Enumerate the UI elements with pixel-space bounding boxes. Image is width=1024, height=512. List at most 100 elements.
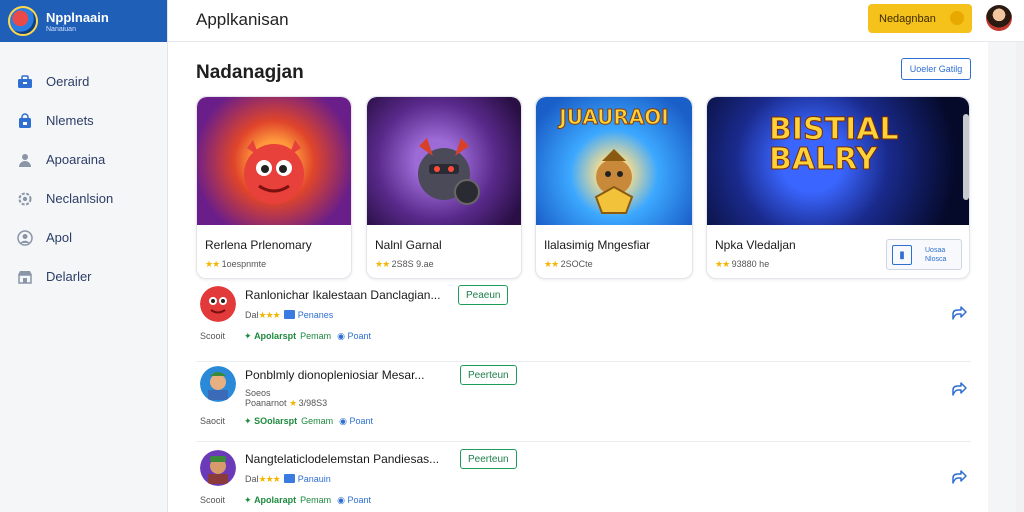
rating-stars: ★★ <box>205 259 220 269</box>
share-icon[interactable] <box>950 380 968 398</box>
device-icon: ▮ <box>892 245 912 265</box>
list-item-tag: Scooit <box>200 331 226 341</box>
sub-extra: Soeos <box>245 388 271 398</box>
sub-prefix: Dal <box>245 310 259 320</box>
rating-stars: ★★ <box>375 259 390 269</box>
share-icon[interactable] <box>950 468 968 486</box>
card-title: Ilalasimig Mngesfiar <box>544 238 651 252</box>
sub-prefix: Poanarnot <box>245 398 287 408</box>
card-title: Rerlena Prlenomary <box>205 238 312 252</box>
list-item-title: Ponblmly dionopleniosiar Mesar... <box>245 368 425 382</box>
rating-stars: ★★★ <box>258 474 281 484</box>
section-title: Nadanagjan <box>196 62 304 83</box>
verified-icon <box>283 310 295 319</box>
footer-green-label-2: Gemam <box>301 416 334 426</box>
status-badge: Peerteun <box>460 365 517 385</box>
card-meta-text: 1oespnmte <box>221 259 267 269</box>
user-circle-icon <box>16 229 34 247</box>
view-all-button[interactable]: Uoeler Gatilg <box>901 58 971 80</box>
sub-prefix: Dal <box>245 474 259 484</box>
card-meta-text: 93880 he <box>731 259 770 269</box>
card-action-label: Nlosca <box>925 256 947 263</box>
list-item-subtitle: Dal★★★ Penanes <box>245 310 333 321</box>
card-art-title: BISTIAL BALRY <box>769 112 900 175</box>
footer-blue-label: Poant <box>347 331 371 341</box>
featured-card[interactable]: Nalnl Garnal ★★ 2S8S 9.ae <box>366 96 522 279</box>
tag-star-icon: ✦ <box>244 416 252 426</box>
card-artwork-image: BISTIAL BALRY <box>707 97 969 225</box>
top-bar: Applkanisan Nedagnban <box>168 0 1024 42</box>
list-item-tag: Saocit <box>200 416 226 426</box>
sidebar-item-2[interactable]: Nlemets <box>0 101 167 140</box>
featured-card[interactable]: JUAURAOI Ilalasimig Mngesfiar ★★ 2SOCte <box>535 96 693 279</box>
list-item-footer: ✦ SOolarspt Gemam ◉ Poant <box>244 416 373 427</box>
brand-header[interactable]: Npplnaain Nanaiuan <box>0 0 167 42</box>
sidebar-item-5[interactable]: Apol <box>0 218 167 257</box>
brand-subtitle: Nanaiuan <box>46 25 76 33</box>
share-icon[interactable] <box>950 304 968 322</box>
sidebar-item-3[interactable]: Apoaraina <box>0 140 167 179</box>
card-art-title: JUAURAOI <box>559 105 670 130</box>
card-art-title-line: BISTIAL <box>769 112 900 147</box>
sidebar-item-6[interactable]: Delarler <box>0 257 167 296</box>
list-item-title: Ranlonichar Ikalestaan Danclagian... <box>245 288 441 302</box>
list-item[interactable]: Ponblmly dionopleniosiar Mesar... Peerte… <box>196 362 971 442</box>
page-scrollbar[interactable] <box>1016 42 1024 512</box>
card-title: Npka Vledaljan <box>715 238 796 252</box>
rating-stars: ★★ <box>544 259 559 269</box>
page-title: Applkanisan <box>196 10 289 29</box>
card-meta-text: 2SOCte <box>560 259 593 269</box>
app-icon <box>200 366 236 402</box>
status-badge: Peaeun <box>458 285 509 305</box>
sidebar: Npplnaain Nanaiuan Oeraird Nlemets Apoar… <box>0 0 168 512</box>
sub-text: Penanes <box>297 310 334 320</box>
shield-icon: ◉ <box>337 495 345 505</box>
app-icon <box>200 286 236 322</box>
footer-green-label-2: Pemam <box>300 495 332 505</box>
person-icon <box>16 151 34 169</box>
list-item-title: Nangtelaticlodelemstan Pandiesas... <box>245 452 440 466</box>
status-badge: Peerteun <box>460 449 517 469</box>
shield-icon: ◉ <box>337 331 345 341</box>
cta-label: Nedagnban <box>879 12 936 25</box>
briefcase-icon <box>16 73 34 91</box>
carousel-scrollbar[interactable] <box>963 114 969 200</box>
list-item-tag: Scooit <box>200 495 226 505</box>
sidebar-item-4[interactable]: Neclanlsion <box>0 179 167 218</box>
avatar[interactable] <box>986 5 1012 31</box>
primary-cta-button[interactable]: Nedagnban <box>868 4 972 33</box>
sidebar-item-label: Neclanlsion <box>46 191 114 206</box>
store-icon <box>16 268 34 286</box>
card-artwork-image <box>367 97 521 225</box>
list-item-subtitle: Dal★★★ Panauin <box>245 474 331 485</box>
sidebar-item-1[interactable]: Oeraird <box>0 62 167 101</box>
list-item[interactable]: Ranlonichar Ikalestaan Danclagian... Pea… <box>196 282 971 362</box>
sub-text: Panauin <box>297 474 331 484</box>
emoji-icon <box>950 11 964 25</box>
rating-stars: ★★★ <box>258 310 281 320</box>
list-item[interactable]: Nangtelaticlodelemstan Pandiesas... Peer… <box>196 446 971 512</box>
card-meta: ★★ 2S8S 9.ae <box>375 259 434 270</box>
bag-icon <box>16 112 34 130</box>
shield-icon: ◉ <box>339 416 347 426</box>
card-artwork-image <box>197 97 351 225</box>
armored-knight-icon <box>418 138 480 206</box>
footer-green-label: Apolarapt <box>254 495 297 505</box>
footer-blue-label: Poant <box>349 416 373 426</box>
list-item-subtitle: Soeos Poanarnot ★ 3/98S3 <box>245 388 327 409</box>
brand-title: Npplnaain <box>46 9 109 25</box>
featured-card[interactable]: BISTIAL BALRY Npka Vledaljan ★★ 93880 he… <box>706 96 970 279</box>
rating-stars: ★★ <box>715 259 730 269</box>
card-action-button[interactable]: ▮ Uosaa Nlosca <box>886 239 962 270</box>
card-action-label: Uosaa <box>925 247 946 254</box>
app-logo-icon <box>8 6 38 36</box>
main-content: Nadanagjan Uoeler Gatilg Rerlena Prlenom… <box>168 42 988 512</box>
verified-icon <box>283 474 295 483</box>
card-meta: ★★ 2SOCte <box>544 259 593 270</box>
card-meta: ★★ 1oespnmte <box>205 259 266 270</box>
sidebar-item-label: Apol <box>46 230 73 245</box>
featured-card[interactable]: Rerlena Prlenomary ★★ 1oespnmte <box>196 96 352 279</box>
app-icon <box>200 450 236 486</box>
rating-stars: ★ <box>289 398 297 408</box>
sidebar-nav: Oeraird Nlemets Apoaraina Neclanlsion Ap… <box>0 62 167 296</box>
